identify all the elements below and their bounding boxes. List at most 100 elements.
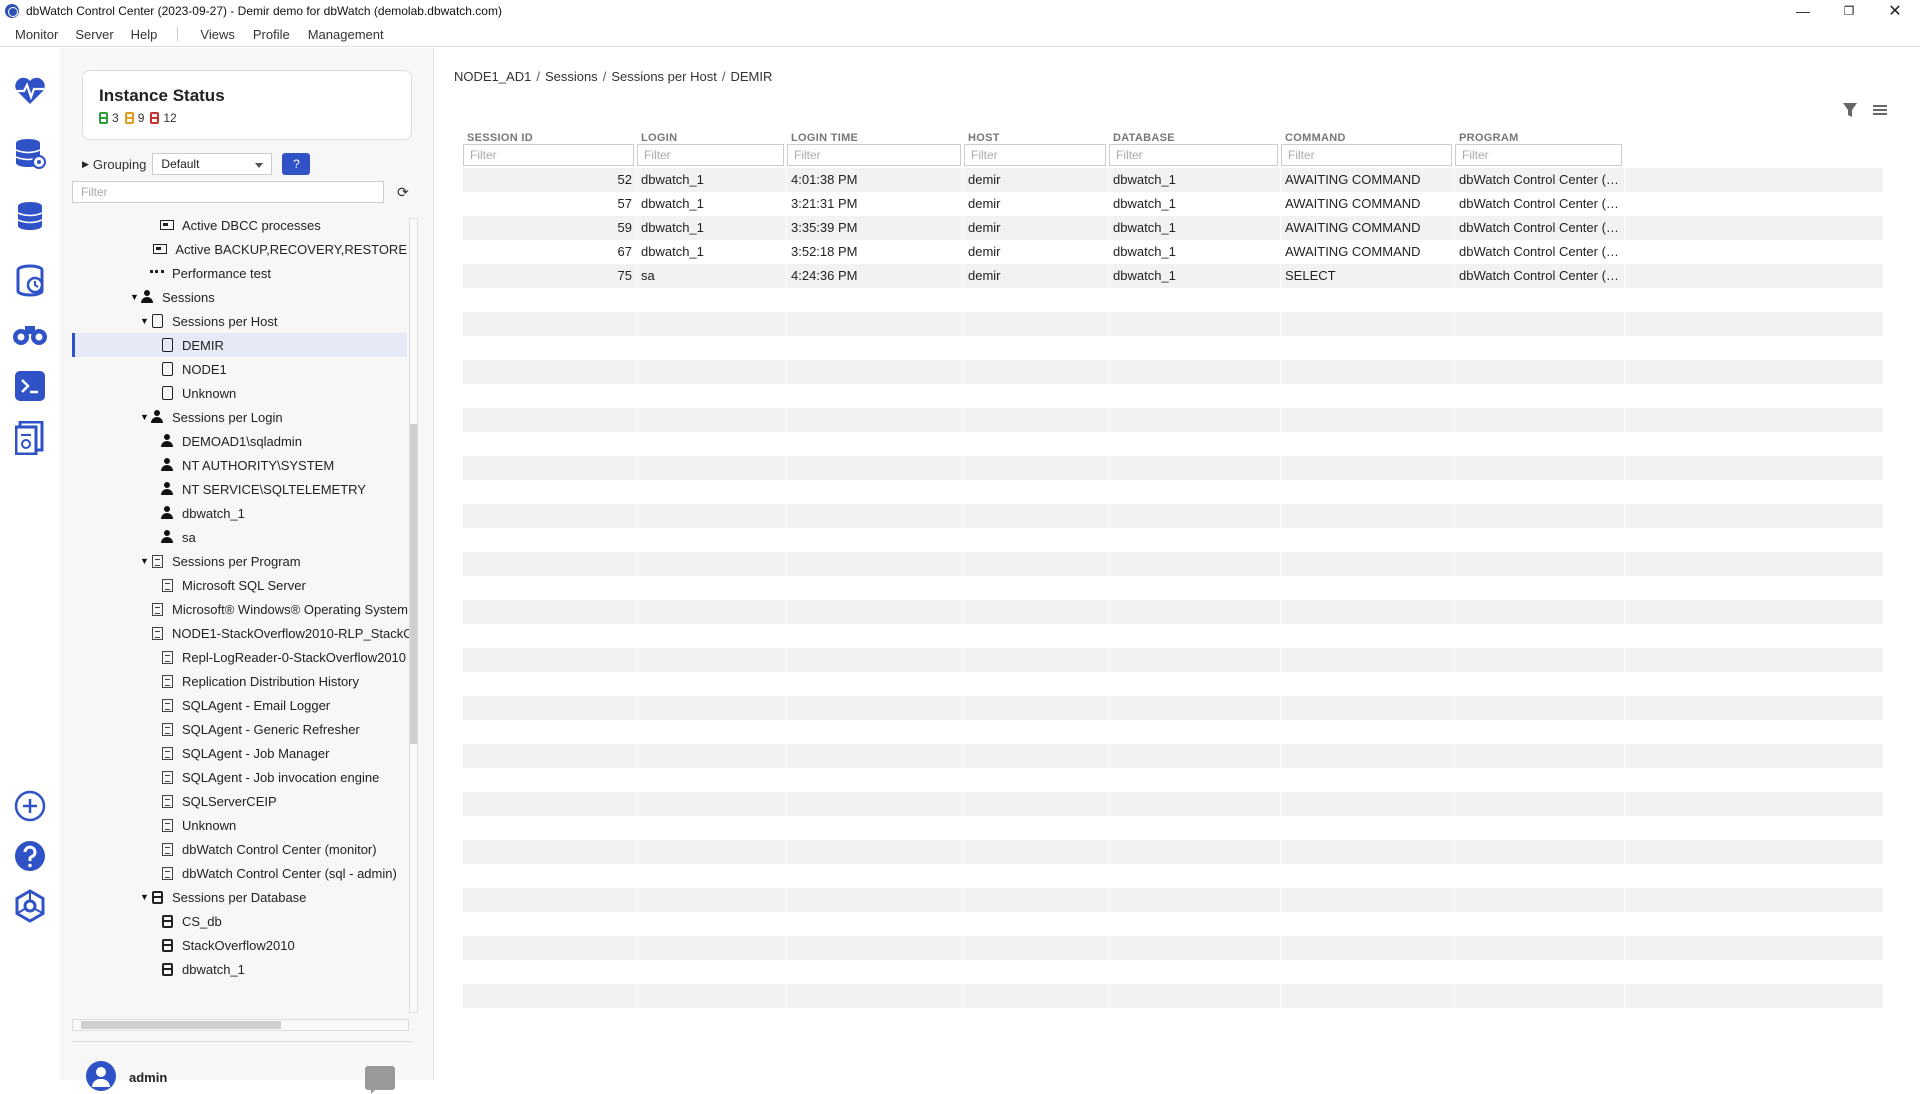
table-cell bbox=[787, 552, 964, 576]
tree-item[interactable]: Repl-LogReader-0-StackOverflow2010 bbox=[72, 645, 407, 669]
refresh-icon[interactable]: ⟳ bbox=[397, 184, 409, 201]
menu-profile[interactable]: Profile bbox=[253, 27, 290, 42]
tree-item[interactable]: NT AUTHORITY\SYSTEM bbox=[72, 453, 407, 477]
table-cell bbox=[1109, 360, 1281, 384]
tree-item[interactable]: SQLServerCEIP bbox=[72, 789, 407, 813]
menu-help[interactable]: Help bbox=[131, 27, 158, 42]
grouping-help-button[interactable]: ? bbox=[282, 153, 311, 175]
instance-status-card[interactable]: Instance Status 3 9 12 bbox=[82, 70, 412, 140]
expand-toggle-icon[interactable]: ▼ bbox=[140, 556, 150, 566]
table-row[interactable]: 59 dbwatch_1 3:35:39 PM demir dbwatch_1 AWAIT… bbox=[463, 216, 1883, 240]
chat-icon[interactable] bbox=[365, 1066, 395, 1094]
column-filter-input[interactable]: Filter bbox=[463, 144, 634, 166]
menu-server[interactable]: Server bbox=[75, 27, 113, 42]
scrollbar-thumb[interactable] bbox=[81, 1021, 281, 1029]
table-cell bbox=[1281, 480, 1455, 504]
breadcrumb-sessions-per-host[interactable]: Sessions per Host bbox=[611, 69, 717, 84]
tree-item[interactable]: NODE1 bbox=[72, 357, 407, 381]
column-header[interactable]: DATABASE bbox=[1109, 132, 1281, 144]
tree-item[interactable]: SQLAgent - Email Logger bbox=[72, 693, 407, 717]
expand-toggle-icon[interactable]: ▼ bbox=[140, 316, 150, 326]
tree-item[interactable]: Performance test bbox=[72, 261, 407, 285]
settings-hex-icon[interactable] bbox=[10, 886, 50, 926]
column-filter-input[interactable]: Filter bbox=[1455, 144, 1622, 166]
column-filter-input[interactable]: Filter bbox=[787, 144, 961, 166]
breadcrumb-instance[interactable]: NODE1_AD1 bbox=[454, 69, 531, 84]
empty-row bbox=[463, 624, 1883, 648]
tree-item[interactable]: dbWatch Control Center (monitor) bbox=[72, 837, 407, 861]
tree-item[interactable]: Active DBCC processes bbox=[72, 213, 407, 237]
table-row[interactable]: 52 dbwatch_1 4:01:38 PM demir dbwatch_1 AWAIT… bbox=[463, 168, 1883, 192]
menu-monitor[interactable]: Monitor bbox=[15, 27, 58, 42]
menu-management[interactable]: Management bbox=[308, 27, 384, 42]
table-row[interactable]: 67 dbwatch_1 3:52:18 PM demir dbwatch_1 AWAIT… bbox=[463, 240, 1883, 264]
tree-item[interactable]: sa bbox=[72, 525, 407, 549]
table-cell bbox=[787, 288, 964, 312]
help-icon[interactable] bbox=[10, 836, 50, 876]
tree-item[interactable]: SQLAgent - Job Manager bbox=[72, 741, 407, 765]
tree-item[interactable]: Microsoft® Windows® Operating System bbox=[72, 597, 408, 621]
grouping-select[interactable]: Default bbox=[152, 153, 273, 175]
table-cell bbox=[787, 984, 964, 1008]
database-settings-icon[interactable] bbox=[10, 133, 50, 173]
tree-filter-input[interactable]: Filter bbox=[72, 181, 384, 203]
tree-item[interactable]: Unknown bbox=[72, 381, 407, 405]
binoculars-icon[interactable] bbox=[10, 313, 50, 353]
tree-item[interactable]: Active BACKUP,RECOVERY,RESTORE bbox=[72, 237, 407, 261]
breadcrumb-current: DEMIR bbox=[730, 69, 773, 84]
tree-item[interactable]: ▼ Sessions per Host bbox=[72, 309, 407, 333]
tree-item[interactable]: NODE1-StackOverflow2010-RLP_StackOverflo… bbox=[72, 621, 417, 645]
tree-item[interactable]: SQLAgent - Job invocation engine bbox=[72, 765, 407, 789]
database-stack-icon[interactable] bbox=[10, 196, 50, 236]
close-icon[interactable]: ✕ bbox=[1872, 0, 1918, 22]
minimize-icon[interactable]: — bbox=[1780, 0, 1826, 22]
tree-item[interactable]: ▼ Sessions bbox=[72, 285, 407, 309]
column-filter-input[interactable]: Filter bbox=[964, 144, 1106, 166]
tree-item[interactable]: Unknown bbox=[72, 813, 407, 837]
column-filter-input[interactable]: Filter bbox=[637, 144, 784, 166]
tree-item[interactable]: NT SERVICE\SQLTELEMETRY bbox=[72, 477, 407, 501]
tree-item[interactable]: ▼ Sessions per Database bbox=[72, 885, 407, 909]
tree-item[interactable]: ▼ Sessions per Login bbox=[72, 405, 407, 429]
tree-item[interactable]: dbWatch Control Center (sql - admin) bbox=[72, 861, 407, 885]
tree-vertical-scrollbar[interactable] bbox=[409, 218, 418, 1013]
tree-item[interactable]: StackOverflow2010 bbox=[72, 933, 407, 957]
column-header[interactable]: PROGRAM bbox=[1455, 132, 1625, 144]
column-header[interactable]: COMMAND bbox=[1281, 132, 1455, 144]
heartbeat-icon[interactable] bbox=[10, 71, 50, 111]
table-row[interactable]: 57 dbwatch_1 3:21:31 PM demir dbwatch_1 AWAIT… bbox=[463, 192, 1883, 216]
tree-item[interactable]: ▼ Sessions per Program bbox=[72, 549, 407, 573]
grouping-expand-icon[interactable]: ▶ bbox=[82, 159, 89, 170]
breadcrumb-sessions[interactable]: Sessions bbox=[545, 69, 598, 84]
tree-item[interactable]: Microsoft SQL Server bbox=[72, 573, 407, 597]
tree-horizontal-scrollbar[interactable] bbox=[72, 1019, 409, 1031]
column-header[interactable]: LOGIN bbox=[637, 132, 787, 144]
tree-item[interactable]: CS_db bbox=[72, 909, 407, 933]
expand-toggle-icon[interactable]: ▼ bbox=[130, 292, 140, 302]
terminal-icon[interactable] bbox=[10, 366, 50, 406]
tree-item[interactable]: DEMIR bbox=[72, 333, 407, 357]
menu-views[interactable]: Views bbox=[200, 27, 234, 42]
report-icon[interactable] bbox=[10, 418, 50, 458]
column-header[interactable]: LOGIN TIME bbox=[787, 132, 964, 144]
table-row[interactable]: 75 sa 4:24:36 PM demir dbwatch_1 SELECT dbWatc… bbox=[463, 264, 1883, 288]
restore-icon[interactable]: ❐ bbox=[1826, 0, 1872, 22]
tree-item[interactable]: dbwatch_1 bbox=[72, 957, 407, 981]
table-cell bbox=[463, 456, 637, 480]
column-filter-input[interactable]: Filter bbox=[1109, 144, 1278, 166]
column-header[interactable]: HOST bbox=[964, 132, 1109, 144]
database-clock-icon[interactable] bbox=[10, 260, 50, 300]
expand-toggle-icon[interactable]: ▼ bbox=[140, 892, 150, 902]
tree-item[interactable]: Replication Distribution History bbox=[72, 669, 407, 693]
column-header[interactable]: SESSION ID bbox=[463, 132, 637, 144]
menu-icon[interactable] bbox=[1872, 102, 1888, 121]
avatar[interactable] bbox=[86, 1061, 116, 1091]
add-icon[interactable] bbox=[10, 786, 50, 826]
tree-item[interactable]: SQLAgent - Generic Refresher bbox=[72, 717, 407, 741]
expand-toggle-icon[interactable]: ▼ bbox=[140, 412, 150, 422]
column-filter-input[interactable]: Filter bbox=[1281, 144, 1452, 166]
tree-item[interactable]: dbwatch_1 bbox=[72, 501, 407, 525]
scrollbar-thumb[interactable] bbox=[410, 424, 417, 744]
tree-item[interactable]: DEMOAD1\sqladmin bbox=[72, 429, 407, 453]
filter-icon[interactable] bbox=[1842, 102, 1858, 121]
